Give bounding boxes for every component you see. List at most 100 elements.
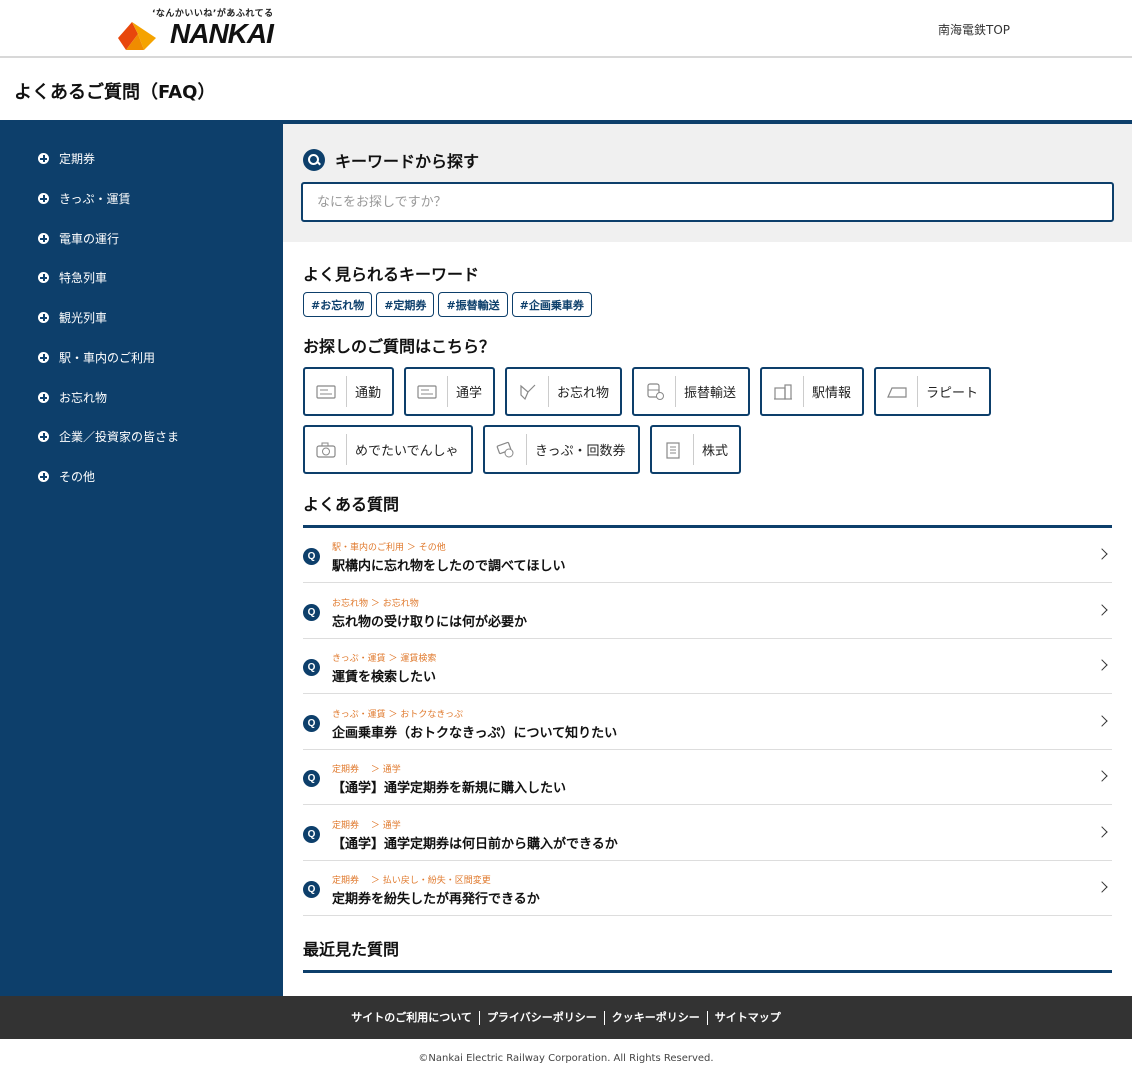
main-content: キーワードから探す よく見られるキーワード #お忘れ物 #定期券 #振替輸送 #… xyxy=(283,124,1132,996)
station-info-icon xyxy=(762,376,804,407)
categories-heading: お探しのご質問はこちら？ xyxy=(303,337,496,356)
sidebar-item-investors[interactable]: 企業／投資家の皆さま xyxy=(38,428,179,445)
category-label: 株式 xyxy=(702,444,729,459)
keyword-tag[interactable]: #企画乗車券 xyxy=(511,292,592,317)
camera-icon xyxy=(305,434,347,465)
sidebar-item-label: 定期券 xyxy=(59,152,96,166)
sidebar-item-station-usage[interactable]: 駅・車内のご利用 xyxy=(38,349,155,366)
category-button-school[interactable]: 通学 xyxy=(404,367,495,416)
chevron-right-icon xyxy=(1096,659,1108,671)
sidebar-item-other[interactable]: その他 xyxy=(38,468,95,485)
sidebar-item-label: 観光列車 xyxy=(59,311,108,325)
sidebar-item-sightseeing-train[interactable]: 観光列車 xyxy=(38,309,107,326)
faq-item[interactable]: Q 定期券 ＞ 通学 【通学】通学定期券は何日前から購入ができるか xyxy=(303,806,1112,861)
faq-category: 駅・車内のご利用 ＞ その他 xyxy=(332,543,446,553)
category-sidebar: 定期券 きっぷ・運賃 電車の運行 特急列車 観光列車 駅・車内のご利用 お忘れ物… xyxy=(0,124,283,996)
q-badge-icon: Q xyxy=(303,548,320,565)
sidebar-item-label: 電車の運行 xyxy=(59,232,120,246)
sidebar-item-label: 企業／投資家の皆さま xyxy=(59,430,180,444)
sidebar-item-label: 駅・車内のご利用 xyxy=(59,351,156,365)
faq-title: 運賃を検索したい xyxy=(332,670,437,685)
keyword-tag[interactable]: #振替輸送 xyxy=(438,292,508,317)
q-badge-icon: Q xyxy=(303,770,320,787)
category-button-rapit[interactable]: ラピート xyxy=(874,367,991,416)
lost-item-icon xyxy=(507,376,549,407)
plus-circle-icon xyxy=(38,352,49,363)
category-button-tickets[interactable]: きっぷ・回数券 xyxy=(483,425,640,474)
sidebar-item-tickets-fares[interactable]: きっぷ・運賃 xyxy=(38,190,131,207)
q-badge-icon: Q xyxy=(303,881,320,898)
faq-category: きっぷ・運賃 ＞ おトクなきっぷ xyxy=(332,710,464,720)
faq-item[interactable]: Q 駅・車内のご利用 ＞ その他 駅構内に忘れ物をしたので調べてほしい xyxy=(303,528,1112,583)
copyright: ©Nankai Electric Railway Corporation. Al… xyxy=(418,1053,714,1064)
faq-item[interactable]: Q 定期券 ＞ 通学 【通学】通学定期券を新規に購入したい xyxy=(303,750,1112,805)
chevron-right-icon xyxy=(1096,881,1108,893)
faq-item[interactable]: Q 定期券 ＞ 払い戻し・紛失・区間変更 定期券を紛失したが再発行できるか xyxy=(303,861,1112,916)
footer-link-privacy[interactable]: プライバシーポリシー xyxy=(478,1010,604,1025)
plus-circle-icon xyxy=(38,272,49,283)
faq-item[interactable]: Q きっぷ・運賃 ＞ 運賃検索 運賃を検索したい xyxy=(303,639,1112,694)
nankai-logo[interactable]: ‘なんかいいね’があふれてる NANKAI xyxy=(118,6,278,52)
footer-link-sitemap[interactable]: サイトマップ xyxy=(706,1010,788,1025)
category-label: めでたいでんしゃ xyxy=(355,444,459,459)
popular-keywords-heading: よく見られるキーワード xyxy=(303,265,480,284)
footer-link-cookie[interactable]: クッキーポリシー xyxy=(603,1010,707,1025)
sidebar-item-train-operation[interactable]: 電車の運行 xyxy=(38,230,119,247)
sidebar-item-commuter-pass[interactable]: 定期券 xyxy=(38,150,95,167)
sidebar-item-label: 特急列車 xyxy=(59,271,108,285)
category-button-lost-items[interactable]: お忘れ物 xyxy=(505,367,622,416)
sidebar-item-limited-express[interactable]: 特急列車 xyxy=(38,269,107,286)
transfer-train-icon xyxy=(634,376,676,407)
plus-circle-icon xyxy=(38,471,49,482)
keyword-tag[interactable]: #定期券 xyxy=(376,292,435,317)
site-footer: サイトのご利用について プライバシーポリシー クッキーポリシー サイトマップ xyxy=(0,996,1132,1039)
chevron-right-icon xyxy=(1096,826,1108,838)
pass-card-icon xyxy=(305,376,347,407)
category-button-medetai-densha[interactable]: めでたいでんしゃ xyxy=(303,425,473,474)
faq-item[interactable]: Q お忘れ物 ＞ お忘れ物 忘れ物の受け取りには何が必要か xyxy=(303,584,1112,639)
sidebar-item-label: その他 xyxy=(59,470,96,484)
q-badge-icon: Q xyxy=(303,604,320,621)
faq-title: 【通学】通学定期券を新規に購入したい xyxy=(332,781,567,796)
plus-circle-icon xyxy=(38,392,49,403)
category-label: お忘れ物 xyxy=(557,386,610,401)
chevron-right-icon xyxy=(1096,604,1108,616)
category-label: 駅情報 xyxy=(812,386,852,401)
building-icon xyxy=(652,434,694,465)
footer-link-terms[interactable]: サイトのご利用について xyxy=(344,1011,479,1025)
plus-circle-icon xyxy=(38,193,49,204)
category-label: ラピート xyxy=(926,386,979,401)
page-title-bar: よくあるご質問（FAQ） xyxy=(0,58,1132,124)
faq-item[interactable]: Q きっぷ・運賃 ＞ おトクなきっぷ 企画乗車券（おトクなきっぷ）について知りた… xyxy=(303,695,1112,750)
plus-circle-icon xyxy=(38,312,49,323)
search-heading: キーワードから探す xyxy=(303,148,479,172)
recent-questions-heading: 最近見た質問 xyxy=(303,940,400,959)
faq-title: 駅構内に忘れ物をしたので調べてほしい xyxy=(332,559,566,574)
category-button-shares[interactable]: 株式 xyxy=(650,425,741,474)
ticket-icon xyxy=(485,434,527,465)
nankai-top-link[interactable]: 南海電鉄TOP xyxy=(938,21,1010,38)
search-heading-label: キーワードから探す xyxy=(335,152,480,171)
sidebar-item-label: お忘れ物 xyxy=(59,391,108,405)
faq-category: 定期券 ＞ 通学 xyxy=(332,765,401,775)
category-button-station-info[interactable]: 駅情報 xyxy=(760,367,864,416)
search-input[interactable] xyxy=(301,182,1114,222)
recent-divider xyxy=(303,970,1112,973)
faq-title: 【通学】通学定期券は何日前から購入ができるか xyxy=(332,837,618,852)
faq-title: 企画乗車券（おトクなきっぷ）について知りたい xyxy=(332,726,618,741)
nankai-mark-icon xyxy=(118,22,156,50)
keyword-tag[interactable]: #お忘れ物 xyxy=(303,292,373,317)
category-label: きっぷ・回数券 xyxy=(535,444,626,459)
sidebar-item-lost-items[interactable]: お忘れ物 xyxy=(38,389,107,406)
q-badge-icon: Q xyxy=(303,826,320,843)
category-button-transfer[interactable]: 振替輸送 xyxy=(632,367,750,416)
rapi-t-train-icon xyxy=(876,376,918,407)
category-button-commute[interactable]: 通勤 xyxy=(303,367,394,416)
category-label: 通勤 xyxy=(355,386,382,401)
page-title: よくあるご質問（FAQ） xyxy=(14,82,216,103)
chevron-right-icon xyxy=(1096,548,1108,560)
faq-category: 定期券 ＞ 払い戻し・紛失・区間変更 xyxy=(332,876,491,886)
chevron-right-icon xyxy=(1096,715,1108,727)
sidebar-item-label: きっぷ・運賃 xyxy=(59,192,131,206)
keyword-search-panel: キーワードから探す xyxy=(283,124,1132,242)
